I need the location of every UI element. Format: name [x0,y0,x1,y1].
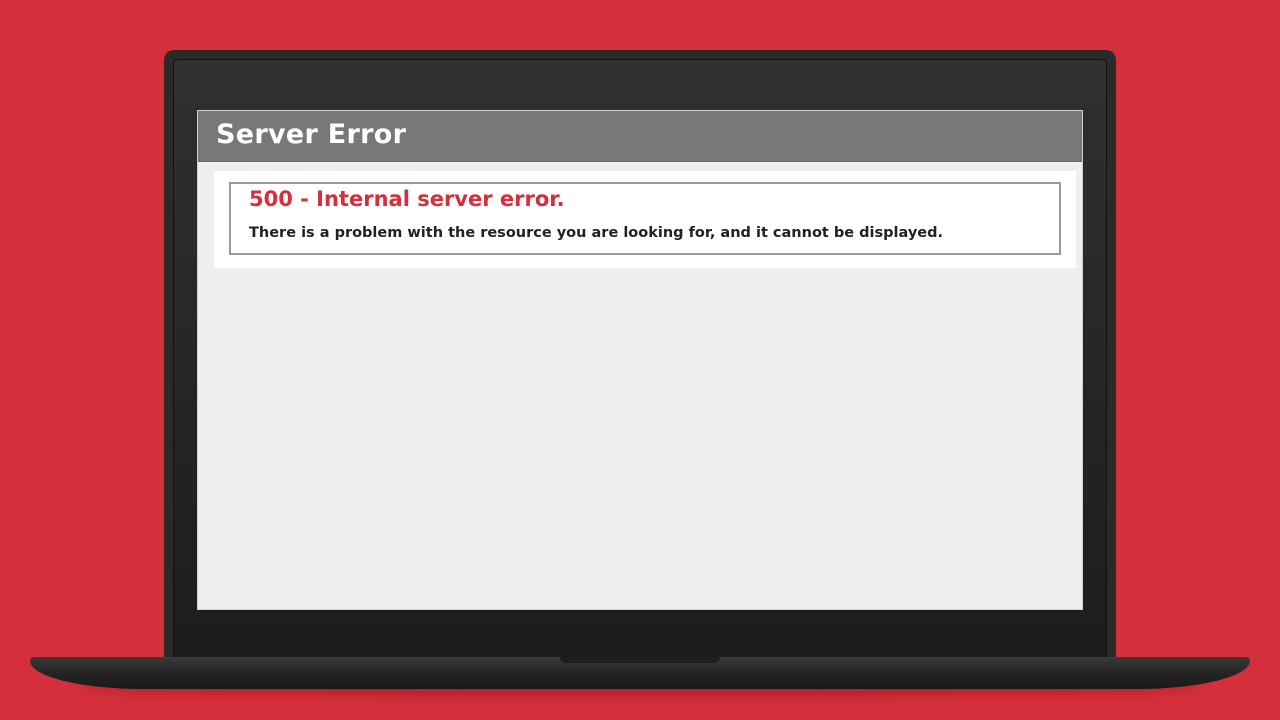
illustration-scene: Server Error 500 - Internal server error… [0,0,1280,720]
error-message: There is a problem with the resource you… [249,225,943,241]
laptop-hinge-notch [560,657,720,663]
page-header: Server Error [198,111,1082,162]
content-panel: 500 - Internal server error. There is a … [214,171,1076,268]
error-heading: 500 - Internal server error. [249,187,565,211]
error-box: 500 - Internal server error. There is a … [229,182,1061,255]
laptop-screen: Server Error 500 - Internal server error… [197,110,1083,610]
page-title: Server Error [216,119,407,150]
